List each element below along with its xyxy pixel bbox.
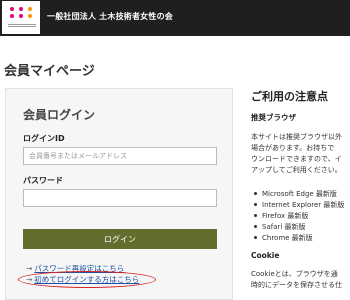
highlight-annotation [18, 271, 156, 288]
site-header: 一般社団法人 土木技術者女性の会 [0, 0, 350, 36]
cookie-heading: Cookie [251, 251, 280, 260]
text-line: Cookieとは、ブラウザを通 [251, 270, 338, 278]
logo-dot [28, 7, 32, 11]
bullet-icon [254, 192, 257, 195]
browser-note-text: 本サイトは推奨ブラウザ以外 場合があります。お持ちで ウンロードできますので、イ… [251, 132, 350, 176]
notes-heading: ご利用の注意点 [251, 90, 328, 103]
text-line: 場合があります。お持ちで [251, 144, 335, 152]
bullet-icon [254, 225, 257, 228]
logo-wordmark [8, 24, 36, 28]
logo-dot [19, 14, 23, 18]
logo-dot [19, 7, 23, 11]
login-id-label: ログインID [23, 134, 65, 143]
logo-dot [28, 14, 32, 18]
login-button[interactable]: ログイン [23, 229, 217, 249]
organization-name[interactable]: 一般社団法人 土木技術者女性の会 [47, 11, 173, 22]
login-card: 会員ログイン ログインID パスワード ログイン →パスワード再設定はこちら →… [5, 88, 233, 300]
list-item: Internet Explorer 最新版 [251, 200, 344, 211]
password-label: パスワード [23, 176, 63, 185]
list-item: Firefox 最新版 [251, 211, 344, 222]
text-line: 時的にデータを保存させる仕 [251, 281, 342, 289]
cookie-note-text: Cookieとは、ブラウザを通 時的にデータを保存させる仕 [251, 269, 350, 291]
password-input[interactable] [23, 189, 217, 207]
text-line: 本サイトは推奨ブラウザ以外 [251, 133, 342, 141]
login-id-input[interactable] [23, 147, 217, 165]
browser-list: Microsoft Edge 最新版 Internet Explorer 最新版… [251, 189, 344, 244]
list-item: Safari 最新版 [251, 222, 344, 233]
text-line: ウンロードできますので、イ [251, 155, 342, 163]
logo-dot [10, 14, 14, 18]
site-logo[interactable] [2, 1, 40, 34]
usage-notes: ご利用の注意点 推奨ブラウザ 本サイトは推奨ブラウザ以外 場合があります。お持ち… [251, 88, 350, 296]
arrow-right-icon: → [26, 264, 33, 273]
browser-heading: 推奨ブラウザ [251, 113, 296, 122]
list-item: Chrome 最新版 [251, 233, 344, 244]
list-item: Microsoft Edge 最新版 [251, 189, 344, 200]
bullet-icon [254, 203, 257, 206]
bullet-icon [254, 214, 257, 217]
bullet-icon [254, 236, 257, 239]
logo-dot [10, 7, 14, 11]
page-title: 会員マイページ [4, 64, 95, 79]
login-card-title: 会員ログイン [23, 108, 96, 122]
text-line: アップしてご利用ください。 [251, 166, 342, 174]
